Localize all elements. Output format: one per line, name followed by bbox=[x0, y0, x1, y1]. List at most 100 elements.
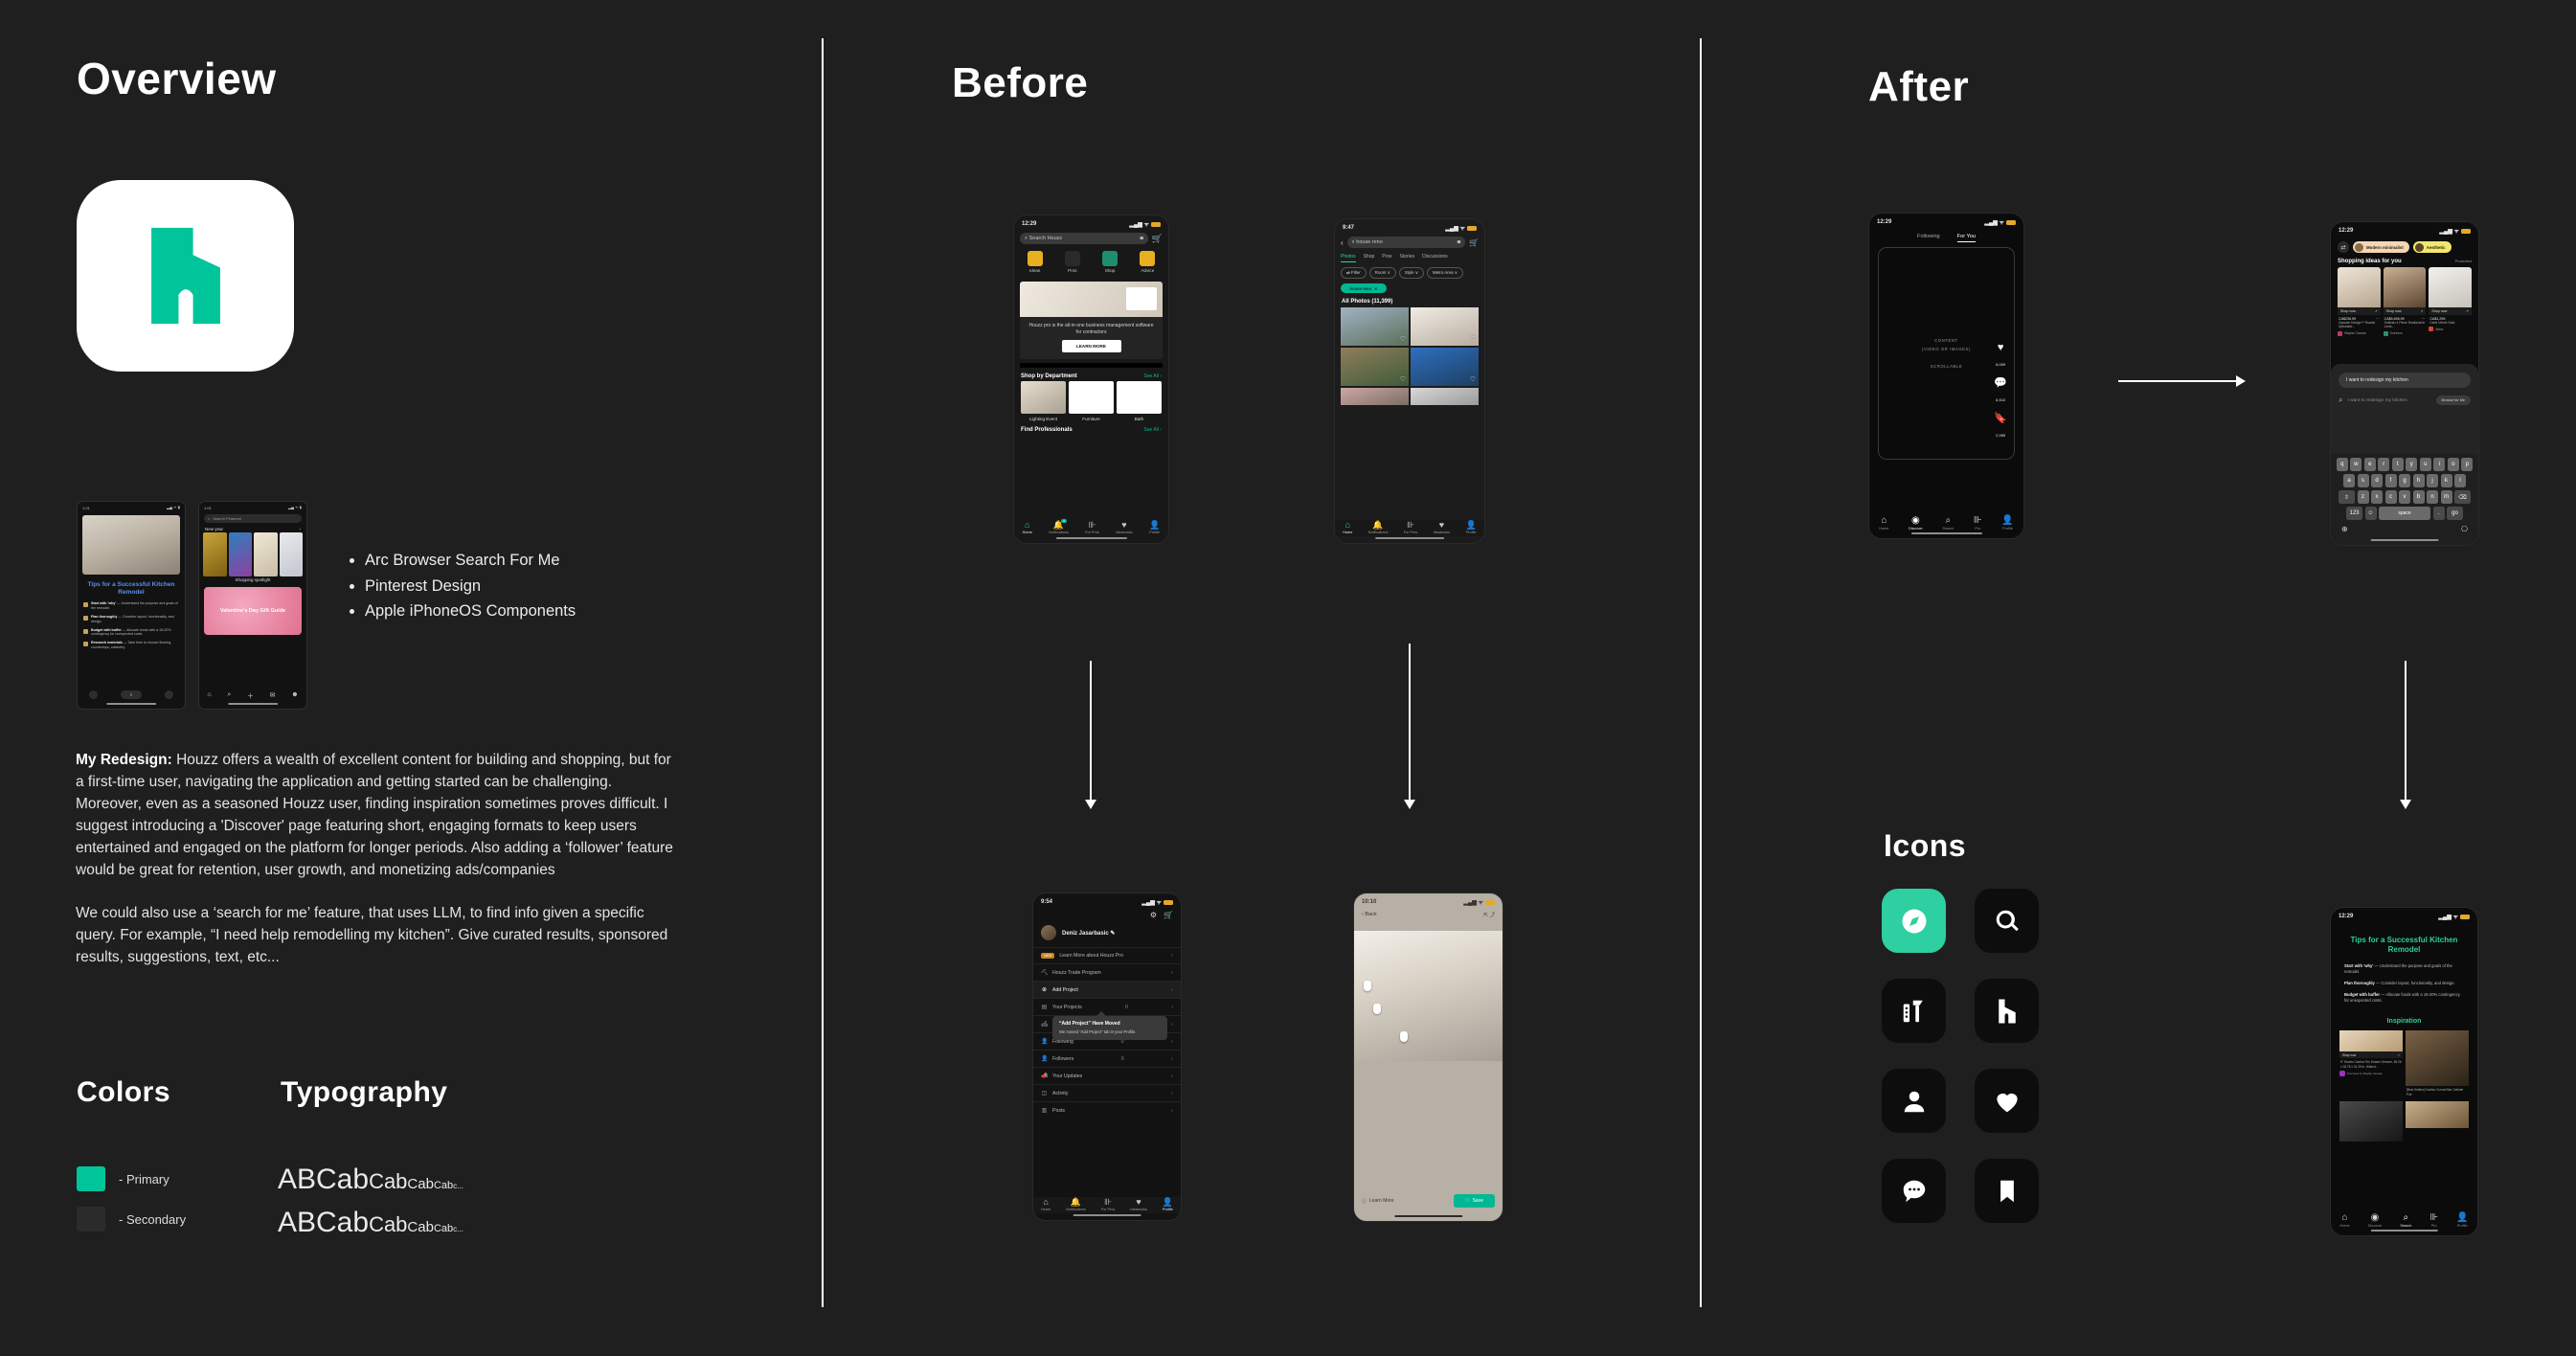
globe-icon[interactable]: ⊕ bbox=[2341, 525, 2348, 533]
tab-following[interactable]: Following bbox=[1917, 234, 1940, 242]
key-a[interactable]: a bbox=[2343, 474, 2355, 487]
icon-tile-person[interactable] bbox=[1882, 1069, 1946, 1133]
filter-button[interactable]: ⇄ Filter bbox=[1341, 267, 1367, 279]
key-s[interactable]: s bbox=[2357, 474, 2369, 487]
key-backspace[interactable]: ⌫ bbox=[2454, 490, 2471, 504]
product-card[interactable]: Shop now ↗ CA$1,299. Cami Velvet Sofa Art… bbox=[2429, 267, 2473, 336]
inspiration-card[interactable] bbox=[2406, 1100, 2469, 1141]
key-p[interactable]: p bbox=[2461, 458, 2474, 471]
inspiration-card[interactable]: [Best Sellers] Koofiso Curved Bar Cabine… bbox=[2406, 1030, 2469, 1097]
department-card[interactable]: Bath bbox=[1117, 381, 1162, 424]
back-button[interactable]: ‹ Back bbox=[1362, 912, 1377, 917]
nav-item-discover[interactable]: ◉ Discover bbox=[1909, 515, 1923, 531]
pin-cell[interactable] bbox=[203, 532, 227, 576]
nav-item-profile[interactable]: 👤 Profile bbox=[2001, 515, 2013, 531]
filter-icon[interactable]: ⇄ bbox=[2338, 241, 2349, 253]
tab-photos[interactable]: Photos bbox=[1341, 254, 1356, 262]
row-your-projects[interactable]: ▤ Your Projects 0 › bbox=[1033, 998, 1181, 1015]
active-query-chip[interactable]: house reno ✕ bbox=[1341, 283, 1387, 293]
messages-icon[interactable]: ✉ bbox=[270, 691, 276, 701]
inspiration-grid[interactable]: Shop now ↗ 5″ Stories Camira Ten Drawer D… bbox=[2331, 1030, 2477, 1141]
learn-more-button[interactable]: ⓘ Learn More bbox=[1362, 1198, 1394, 1205]
category-ideas[interactable]: Ideas bbox=[1027, 251, 1043, 273]
icon-tile-heart[interactable] bbox=[1975, 1069, 2039, 1133]
tab-pros[interactable]: Pros bbox=[1382, 254, 1391, 262]
discover-tabs[interactable]: Following For You bbox=[1869, 228, 2023, 247]
key-go[interactable]: go bbox=[2447, 507, 2463, 520]
pin-cell[interactable] bbox=[254, 532, 278, 576]
category-pros[interactable]: Pros bbox=[1064, 251, 1080, 273]
nav-item-home[interactable]: ⌂ Home bbox=[1041, 1197, 1051, 1211]
product-card[interactable]: Shop now ↗ CA$5,698.99 ⋯ Sullivan 4 Piece … bbox=[2383, 267, 2427, 336]
key-i[interactable]: i bbox=[2433, 458, 2446, 471]
key-l[interactable]: l bbox=[2454, 474, 2466, 487]
heart-icon[interactable]: ♡ bbox=[1470, 335, 1476, 343]
search-input[interactable]: ⌕ Search Pinterest bbox=[204, 514, 302, 523]
nav-item-ideabooks[interactable]: ♥ Ideabooks bbox=[1116, 520, 1133, 534]
nav-item-pro[interactable]: ⊪ Pro bbox=[2429, 1212, 2438, 1228]
nav-item-for-pros[interactable]: ⊪ For Pros bbox=[1404, 520, 1418, 534]
key-z[interactable]: z bbox=[2357, 490, 2369, 504]
see-all-link[interactable]: See All › bbox=[1143, 427, 1162, 433]
key-v[interactable]: v bbox=[2399, 490, 2410, 504]
photo-cell[interactable] bbox=[1341, 388, 1409, 405]
key-e[interactable]: e bbox=[2363, 458, 2376, 471]
key-h[interactable]: h bbox=[2412, 474, 2425, 487]
search-icon[interactable]: ⌕ bbox=[227, 691, 231, 701]
engagement-actions[interactable]: ♥ 8,009 💬 6,510 🔖 2,955 bbox=[1994, 343, 2007, 441]
key-j[interactable]: j bbox=[2427, 474, 2438, 487]
nav-item-home[interactable]: ⌂ Home bbox=[1343, 520, 1352, 534]
nav-item-home[interactable]: ⌂ Home bbox=[1879, 515, 1888, 531]
row-add-project[interactable]: ⊕ Add Project › bbox=[1033, 981, 1181, 998]
bottom-nav[interactable]: ⌂ Home 8 🔔 Notifications ⊪ For Pros ♥ Ideaboo… bbox=[1014, 519, 1168, 536]
shop-now-button[interactable]: Shop now ↗ bbox=[2383, 307, 2427, 315]
learn-more-button[interactable]: LEARN MORE bbox=[1061, 340, 1121, 352]
key-numbers[interactable]: 123 bbox=[2346, 507, 2362, 520]
nav-item-home[interactable]: ⌂ Home bbox=[1023, 520, 1032, 534]
profile-header[interactable]: Deniz Jasarbasic ✎ bbox=[1033, 921, 1181, 947]
product-carousel[interactable]: Shop now ↗ CA$236.99 ⋯ Zipcode Design™ Esc… bbox=[2331, 267, 2478, 336]
key-q[interactable]: q bbox=[2336, 458, 2348, 471]
gear-icon[interactable]: ⚙ bbox=[1150, 911, 1157, 919]
cart-icon[interactable]: 🛒 bbox=[1164, 911, 1173, 919]
row-activity[interactable]: ◫ Activity › bbox=[1033, 1084, 1181, 1101]
nav-item-profile[interactable]: 👤 Profile bbox=[2456, 1212, 2468, 1228]
pin-cell[interactable] bbox=[279, 532, 303, 576]
search-pill[interactable]: ⌕ bbox=[121, 690, 142, 699]
bottom-nav[interactable]: ⌂ ⌕ ＋ ✉ ☻ bbox=[199, 691, 306, 701]
key-w[interactable]: w bbox=[2350, 458, 2362, 471]
bottom-nav[interactable]: ⌂ Home ◉ Discover ⌕ Search ⊪ Pro 👤 Profile bbox=[2331, 1212, 2477, 1228]
icon-tile-compass[interactable] bbox=[1882, 889, 1946, 953]
keyboard-row-4[interactable]: 123 ☺ space . go bbox=[2334, 507, 2475, 520]
filter-chips[interactable]: ⇄ Modern minimalist Aesthetic bbox=[2331, 237, 2478, 257]
chip-modern-minimalist[interactable]: Modern minimalist bbox=[2353, 241, 2409, 253]
search-input[interactable]: ⌕ house reno ◙ bbox=[1346, 237, 1466, 248]
tab-for-you[interactable]: For You bbox=[1956, 234, 1976, 242]
row-trade-program[interactable]: ⛏ Houzz Trade Program › bbox=[1033, 963, 1181, 981]
category-row[interactable]: Ideas Pros Shop Advice bbox=[1014, 247, 1168, 278]
icon-tile-bookmark[interactable] bbox=[1975, 1159, 2039, 1223]
nav-item-pro[interactable]: ⊪ Pro bbox=[1974, 515, 1982, 531]
photo-cell[interactable]: ♡ bbox=[1341, 307, 1409, 346]
keyboard-row-2[interactable]: a s d f g h j k l bbox=[2334, 474, 2475, 487]
nav-item-ideabooks[interactable]: ♥ Ideabooks bbox=[1434, 520, 1451, 534]
photo-cell[interactable]: ♡ bbox=[1411, 307, 1479, 346]
back-icon[interactable]: ‹ bbox=[1341, 238, 1344, 247]
key-c[interactable]: c bbox=[2384, 490, 2397, 504]
photo-cell[interactable]: ♡ bbox=[1411, 348, 1479, 386]
nav-item-search[interactable]: ⌕ Search bbox=[1942, 515, 1954, 531]
icon-tile-comment[interactable] bbox=[1882, 1159, 1946, 1223]
toolbar-actions[interactable]: ⇱ ⤴ bbox=[1483, 911, 1495, 918]
camera-icon[interactable]: ◙ bbox=[1140, 236, 1142, 241]
close-icon[interactable]: ✕ bbox=[1374, 286, 1378, 291]
nav-item-ideabooks[interactable]: ♥ Ideabooks bbox=[1130, 1197, 1147, 1211]
chevron-right-icon[interactable]: › bbox=[300, 527, 302, 531]
photo-grid[interactable]: ♡ ♡ ♡ ♡ bbox=[1335, 307, 1484, 405]
department-carousel[interactable]: Lighting Event Furniture Bath bbox=[1014, 381, 1168, 424]
shop-now-button[interactable]: Shop now ↗ bbox=[2338, 307, 2381, 315]
bottom-nav[interactable]: ⌂ Home ◉ Discover ⌕ Search ⊪ Pro 👤 Profile bbox=[1869, 515, 2023, 531]
row-posts[interactable]: ▥ Posts › bbox=[1033, 1101, 1181, 1119]
spotlight-hero-card[interactable]: Valentine's Day Gift Guide bbox=[204, 587, 302, 635]
result-tabs[interactable]: Photos Shop Pros Stories Discussions bbox=[1335, 251, 1484, 264]
key-y[interactable]: y bbox=[2406, 458, 2418, 471]
